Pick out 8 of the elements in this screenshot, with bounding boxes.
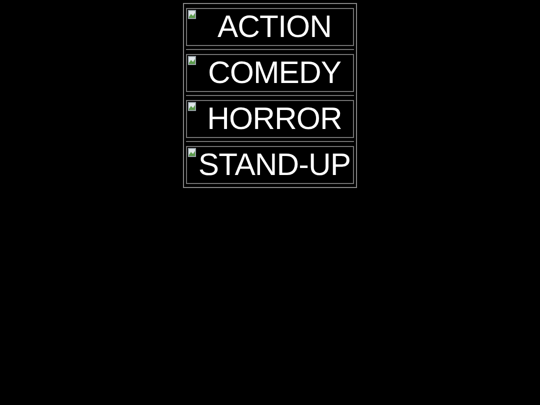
broken-image-icon [188, 148, 196, 157]
category-link[interactable]: STAND-UP [186, 146, 354, 184]
category-link[interactable]: HORROR [186, 100, 354, 138]
broken-image-icon [188, 102, 196, 111]
category-link[interactable]: COMEDY [186, 54, 354, 92]
broken-image-icon [188, 56, 196, 65]
broken-image-icon [188, 10, 196, 19]
category-link[interactable]: ACTION [186, 8, 354, 46]
